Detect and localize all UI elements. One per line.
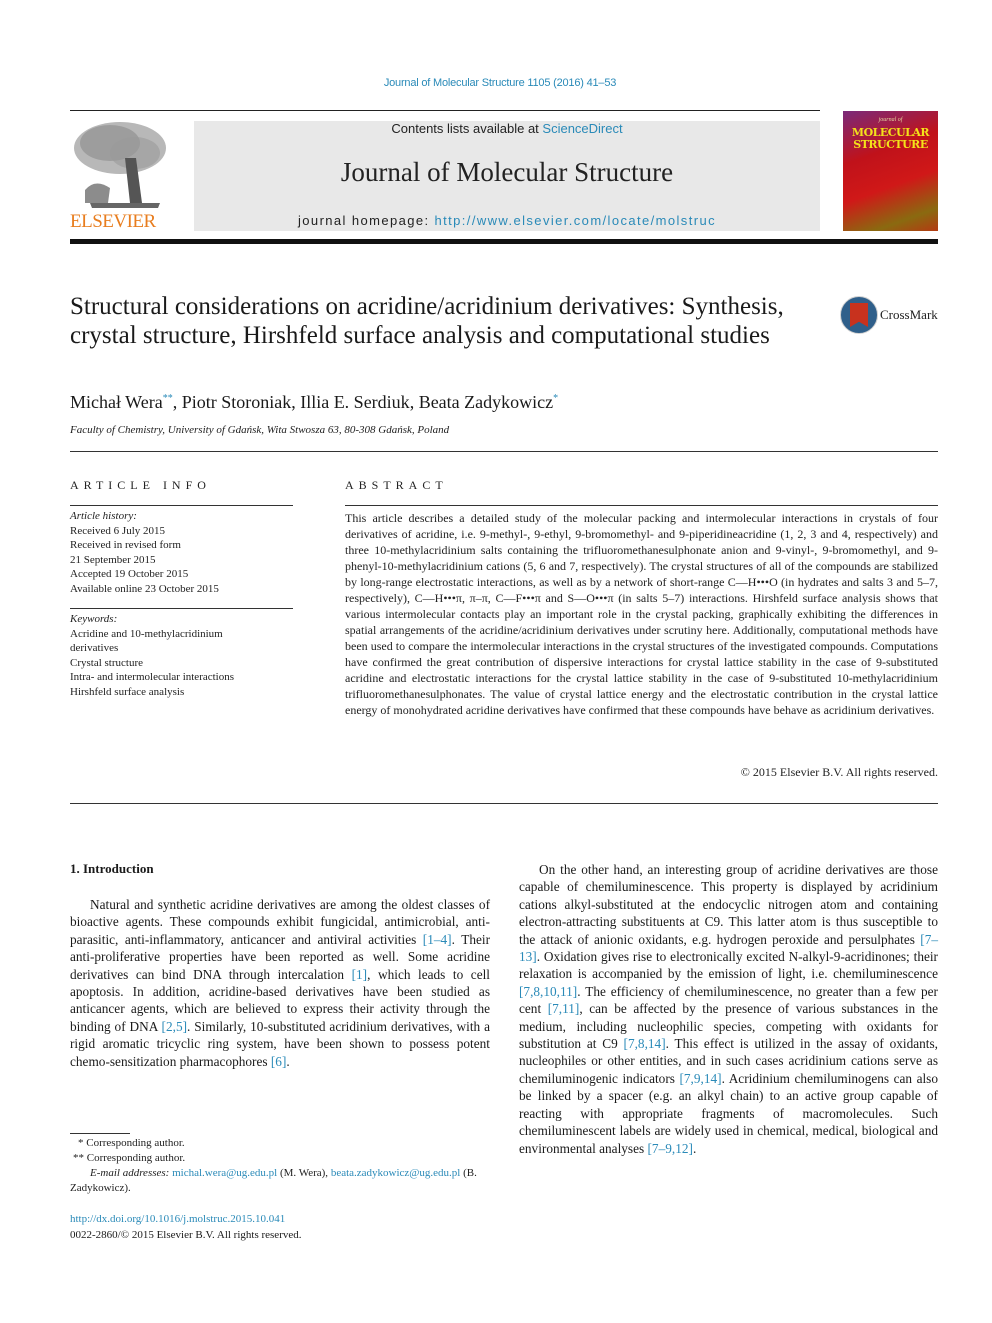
cover-title: MOLECULAR STRUCTURE [843,127,938,151]
journal-homepage-link[interactable]: http://www.elsevier.com/locate/molstruc [435,213,716,228]
history-item: Available online 23 October 2015 [70,582,219,595]
email-link-wera[interactable]: michal.wera@ug.edu.pl [172,1167,277,1179]
body-text-run: . [286,1053,290,1069]
email-label: E-mail addresses: [90,1167,170,1179]
abstract-text: This article describes a detailed study … [345,511,938,717]
history-item: Accepted 19 October 2015 [70,568,189,580]
crossmark-ribbon-icon [850,303,868,327]
citation-link[interactable]: [1–4] [423,932,452,947]
citation-link[interactable]: [7,8,10,11] [519,984,577,999]
citation-link[interactable]: [1] [352,967,368,982]
keyword-item: Acridine and 10-methylacridinium derivat… [70,627,223,655]
citation-link[interactable]: [6] [271,1054,287,1069]
homepage-prefix: journal homepage: [298,213,435,228]
issn-copyright: 0022-2860/© 2015 Elsevier B.V. All right… [70,1229,302,1241]
keywords-label: Keywords: [70,613,118,625]
citation-link[interactable]: [2,5] [162,1019,187,1034]
intro-column-2: On the other hand, an interesting group … [519,861,938,1157]
divider [345,505,938,506]
history-item: 21 September 2015 [70,553,156,566]
keyword-item: Crystal structure [70,656,144,669]
journal-name: Journal of Molecular Structure [340,157,674,187]
article-history: Article history: Received 6 July 2015 Re… [70,509,295,596]
footnote-corresponding-2: ** Corresponding author. [73,1152,186,1164]
cover-title-line-2: STRUCTURE [853,138,928,151]
email-link-zadykowicz[interactable]: beata.zadykowicz@ug.edu.pl [331,1167,461,1179]
author-name: Beata Zadykowicz [418,392,554,412]
crossmark-label: CrossMark [880,307,938,322]
abstract-copyright: © 2015 Elsevier B.V. All rights reserved… [740,765,938,779]
body-text-run: . Oxidation gives rise to electronically… [519,949,938,982]
author-name: Michał Wera [70,392,163,412]
journal-reference-link[interactable]: Journal of Molecular Structure 1105 (201… [0,77,992,89]
cover-subtitle: journal of [878,117,903,123]
intro-paragraph-1: Natural and synthetic acridine derivativ… [70,896,490,1070]
author-footnote-mark[interactable]: ** [163,393,173,404]
sciencedirect-link[interactable]: ScienceDirect [542,121,622,136]
body-text-run: On the other hand, an interesting group … [519,862,938,947]
elsevier-logo[interactable]: ELSEVIER [70,118,172,233]
article-title: Structural considerations on acridine/ac… [70,293,784,349]
affiliation: Faculty of Chemistry, University of Gdań… [70,424,450,436]
elsevier-wordmark: ELSEVIER [70,211,156,232]
footnote-divider [70,1133,130,1134]
email-owner: (M. Wera), [277,1167,331,1179]
citation-link[interactable]: [7,9,14] [679,1071,721,1086]
history-item: Received in revised form [70,539,181,551]
divider [70,505,293,506]
intro-paragraph-2: On the other hand, an interesting group … [519,861,938,1157]
citation-link[interactable]: [7–9,12] [648,1141,693,1156]
keyword-item: Intra- and intermolecular interactions [70,671,235,683]
divider [70,803,938,804]
article-info-heading: ARTICLE INFO [70,478,211,492]
header-thick-divider [70,239,938,244]
section-heading-introduction: 1. Introduction [70,861,154,876]
author-footnote-mark[interactable]: * [553,393,558,404]
body-text-run: . [692,1140,697,1156]
homepage-line: journal homepage: http://www.elsevier.co… [194,213,820,228]
divider [70,608,293,609]
keywords: Keywords: Acridine and 10-methylacridini… [70,612,295,699]
journal-cover-image[interactable]: journal of MOLECULAR STRUCTURE [843,111,938,231]
crossmark-icon [840,296,878,334]
history-item: Received 6 July 2015 [70,524,166,537]
email-footnote: E-mail addresses: michal.wera@ug.edu.pl … [70,1166,490,1196]
citation-link[interactable]: [7,8,14] [624,1036,666,1051]
citation-link[interactable]: [7,11] [548,1001,580,1016]
abstract-heading: ABSTRACT [345,478,448,492]
author-name: Illia E. Serdiuk [300,392,410,412]
journal-banner: Contents lists available at ScienceDirec… [194,121,820,231]
contents-line: Contents lists available at ScienceDirec… [194,121,820,136]
doi-block: http://dx.doi.org/10.1016/j.molstruc.201… [70,1211,302,1243]
doi-link[interactable]: http://dx.doi.org/10.1016/j.molstruc.201… [70,1213,285,1225]
header-divider [70,110,820,111]
elsevier-tree-icon [70,118,170,210]
keyword-item: Hirshfeld surface analysis [70,685,185,698]
author-list: Michał Wera**, Piotr Storoniak, Illia E.… [70,392,559,412]
contents-prefix: Contents lists available at [391,121,543,136]
footnote-corresponding-1: * Corresponding author. [78,1137,185,1149]
intro-column-1: Natural and synthetic acridine derivativ… [70,896,490,1070]
divider [70,451,938,452]
crossmark-button[interactable]: CrossMark [840,296,950,336]
author-name: Piotr Storoniak [181,392,292,412]
footnotes: * Corresponding author. ** Corresponding… [70,1136,490,1196]
history-label: Article history: [70,510,137,522]
